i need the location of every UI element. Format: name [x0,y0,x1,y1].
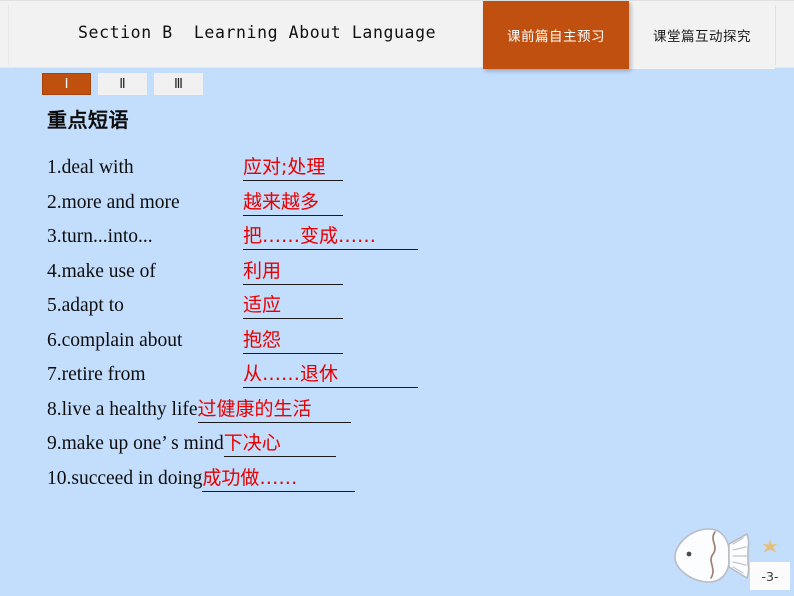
phrase-answer[interactable]: 过健康的生活 [197,394,351,423]
star-icon [762,538,778,553]
phrase-english: 1.deal with [47,157,134,178]
list-item: 10.succeed in doing成功做…… [47,463,767,498]
phrase-answer[interactable]: 利用 [243,256,343,285]
phrase-answer[interactable]: 应对;处理 [243,152,343,181]
phrase-answer[interactable]: 把……变成…… [243,221,418,250]
tab-pre-class-preview[interactable]: 课前篇自主预习 [483,1,629,69]
phrase-answer[interactable]: 成功做…… [202,463,356,492]
phrase-answer[interactable]: 越来越多 [243,187,343,216]
phrase-english: 7.retire from [47,364,146,385]
phrase-answer[interactable]: 抱怨 [243,325,343,354]
list-item: 1.deal with 应对;处理 [47,152,767,187]
list-item: 5.adapt to 适应 [47,290,767,325]
roman-numeral-tabs: Ⅰ Ⅱ Ⅲ [42,73,203,95]
phrase-english: 3.turn...into... [47,226,153,247]
section-heading: 重点短语 [47,108,129,132]
slide: Section B Learning About Language 课前篇自主预… [0,0,794,596]
phrase-answer[interactable]: 从……退休 [243,359,418,388]
page-number-badge: -3- [750,562,790,590]
list-item: 9.make up one’ s mind下决心 [47,428,767,463]
phrase-english: 10.succeed in doing [47,467,203,489]
section-tabs: 课前篇自主预习 课堂篇互动探究 [483,1,775,69]
phrase-answer[interactable]: 下决心 [223,428,336,457]
phrase-english: 5.adapt to [47,295,124,316]
phrase-english: 9.make up one’ s mind [47,433,224,454]
header-divider [775,5,776,65]
list-item: 3.turn...into... 把……变成…… [47,221,767,256]
phrase-english: 2.more and more [47,191,180,213]
page-title: Section B Learning About Language [78,23,437,42]
tab-in-class-inquiry[interactable]: 课堂篇互动探究 [629,1,775,69]
tab-section-iii[interactable]: Ⅲ [154,73,203,95]
list-item: 4.make use of 利用 [47,256,767,291]
list-item: 6.complain about 抱怨 [47,325,767,360]
list-item: 8.live a healthy life过健康的生活 [47,394,767,429]
tab-section-ii[interactable]: Ⅱ [98,73,147,95]
phrase-answer[interactable]: 适应 [243,290,343,319]
phrase-english: 8.live a healthy life [47,398,198,420]
fish-icon [674,528,750,583]
header-bar: Section B Learning About Language 课前篇自主预… [0,0,794,69]
phrase-english: 6.complain about [47,329,183,351]
phrase-english: 4.make use of [47,260,156,282]
list-item: 2.more and more 越来越多 [47,187,767,222]
list-item: 7.retire from 从……退休 [47,359,767,394]
phrase-list: 1.deal with 应对;处理 2.more and more 越来越多 3.t… [47,152,767,497]
tab-section-i[interactable]: Ⅰ [42,73,91,95]
